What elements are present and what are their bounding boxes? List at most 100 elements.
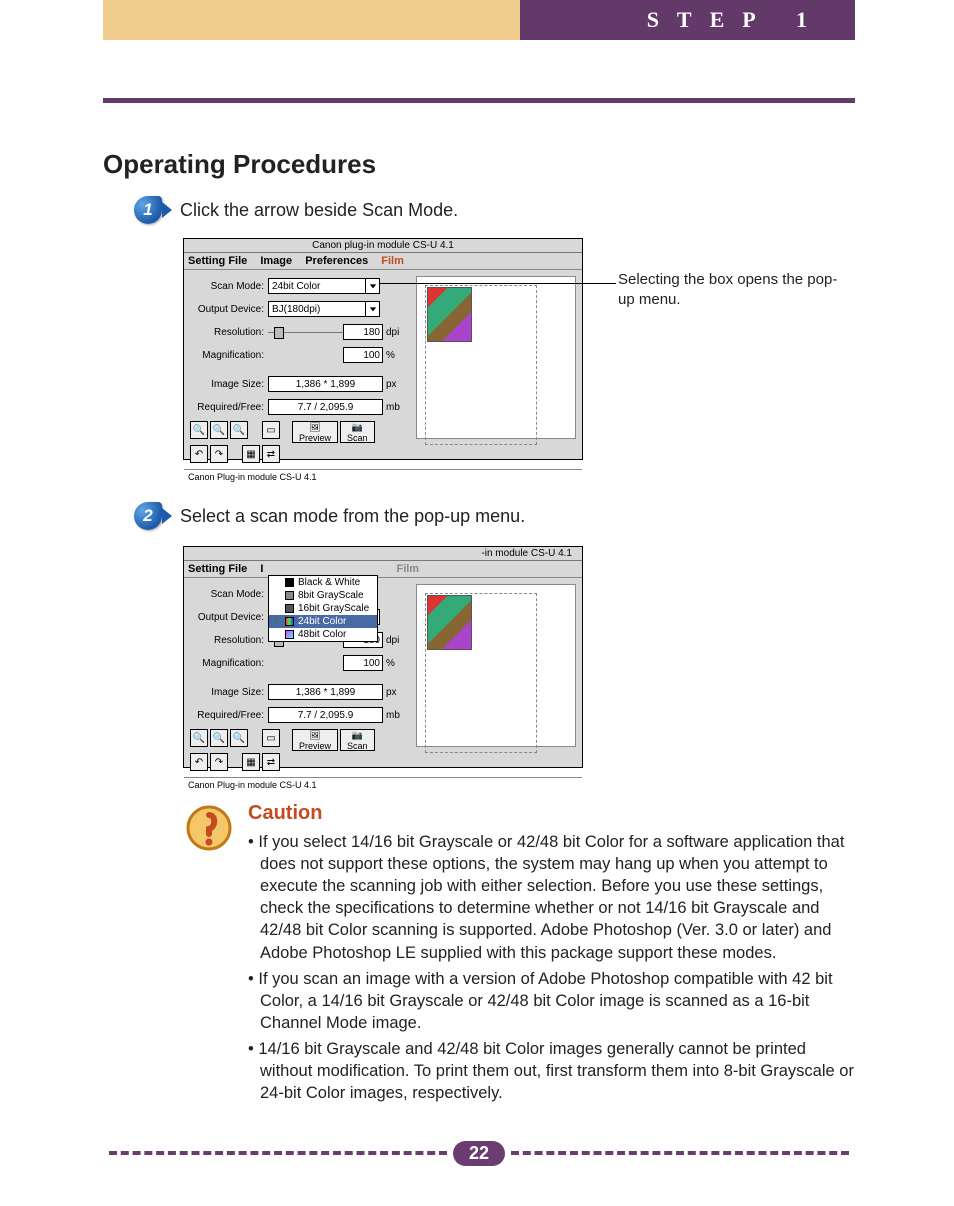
- lbl-output-device: Output Device:: [190, 304, 268, 315]
- crop-icon[interactable]: ▭: [262, 729, 280, 747]
- callout-leader: [379, 283, 616, 284]
- chevron-down-icon[interactable]: [365, 279, 379, 293]
- preview-thumbnail: [427, 595, 472, 650]
- magnification-unit: %: [383, 658, 405, 669]
- check-icon: ✓: [272, 616, 280, 627]
- lbl-required-free: Required/Free:: [190, 402, 268, 413]
- screenshot-2: x-in module CS-U 4.1 Setting File I Film…: [183, 546, 583, 768]
- scr1-toolbar: 🔍 🔍 🔍 ▭ 🖼Preview 📷Scan: [190, 421, 405, 443]
- popup-item-16gray[interactable]: 16bit GrayScale: [269, 602, 377, 615]
- scan-button[interactable]: 📷Scan: [340, 729, 375, 751]
- caution-icon: [186, 805, 232, 851]
- step-2-badge: 2: [134, 502, 162, 530]
- caution-bullet-3: • 14/16 bit Grayscale and 42/48 bit Colo…: [248, 1038, 858, 1104]
- rotate-ccw-icon[interactable]: ↶: [190, 445, 208, 463]
- scan-button[interactable]: 📷Scan: [340, 421, 375, 443]
- popup-item-48color[interactable]: 48bit Color: [269, 628, 377, 641]
- menu-film[interactable]: Film: [381, 255, 404, 267]
- step-1: 1 Click the arrow beside Scan Mode.: [134, 196, 458, 224]
- resolution-unit: dpi: [383, 635, 405, 646]
- rotate-ccw-icon[interactable]: ↶: [190, 753, 208, 771]
- zoom-reset-icon[interactable]: 🔍: [230, 421, 248, 439]
- scr2-statusbar: Canon Plug-in module CS-U 4.1: [184, 777, 582, 792]
- caution-bullet-2: • If you scan an image with a version of…: [248, 968, 858, 1034]
- magnification-value[interactable]: 100: [343, 347, 383, 363]
- lbl-scan-mode: Scan Mode:: [190, 281, 268, 292]
- scan-mode-value: 24bit Color: [272, 281, 320, 292]
- rotate-cw-icon[interactable]: ↷: [210, 753, 228, 771]
- scr2-titlebar: x-in module CS-U 4.1: [184, 547, 582, 561]
- caution-title: Caution: [248, 802, 858, 825]
- lbl-required-free: Required/Free:: [190, 710, 268, 721]
- zoom-out-icon[interactable]: 🔍: [190, 729, 208, 747]
- image-size-unit: px: [383, 379, 405, 390]
- resolution-slider[interactable]: [268, 332, 343, 338]
- rotate-cw-icon[interactable]: ↷: [210, 445, 228, 463]
- resolution-value[interactable]: 180: [343, 324, 383, 340]
- mirror-icon[interactable]: ⇄: [262, 445, 280, 463]
- lbl-magnification: Magnification:: [190, 350, 268, 361]
- preview-pane: [416, 276, 576, 439]
- magnification-value[interactable]: 100: [343, 655, 383, 671]
- menu-image-trunc[interactable]: I: [260, 563, 263, 575]
- image-size-value: 1,386 * 1,899: [268, 376, 383, 392]
- step-label: STEP 1: [520, 0, 855, 40]
- image-size-value: 1,386 * 1,899: [268, 684, 383, 700]
- flip-icon[interactable]: ▦: [242, 445, 260, 463]
- popup-item-bw[interactable]: Black & White: [269, 576, 377, 589]
- step-2: 2 Select a scan mode from the pop-up men…: [134, 502, 525, 530]
- slider-thumb[interactable]: [274, 327, 284, 339]
- lbl-resolution: Resolution:: [190, 327, 268, 338]
- magnification-unit: %: [383, 350, 405, 361]
- screenshot-1: Canon plug-in module CS-U 4.1 Setting Fi…: [183, 238, 583, 460]
- required-free-value: 7.7 / 2,095.9: [268, 707, 383, 723]
- menu-film[interactable]: Film: [396, 563, 419, 575]
- mirror-icon[interactable]: ⇄: [262, 753, 280, 771]
- scr1-menubar: Setting File Image Preferences Film: [184, 253, 582, 270]
- menu-setting-file[interactable]: Setting File: [188, 255, 247, 267]
- popup-item-8gray[interactable]: 8bit GrayScale: [269, 589, 377, 602]
- output-device-value: BJ(180dpi): [272, 304, 320, 315]
- flip-icon[interactable]: ▦: [242, 753, 260, 771]
- scan-mode-select[interactable]: 24bit Color: [268, 278, 380, 294]
- zoom-out-icon[interactable]: 🔍: [190, 421, 208, 439]
- caution-bullet-1: • If you select 14/16 bit Grayscale or 4…: [248, 831, 858, 964]
- lbl-magnification: Magnification:: [190, 658, 268, 669]
- resolution-unit: dpi: [383, 327, 405, 338]
- required-free-unit: mb: [383, 710, 405, 721]
- callout-text: Selecting the box opens the pop-up menu.: [618, 270, 838, 311]
- zoom-reset-icon[interactable]: 🔍: [230, 729, 248, 747]
- crop-icon[interactable]: ▭: [262, 421, 280, 439]
- caution-block: Caution • If you select 14/16 bit Graysc…: [188, 802, 858, 1108]
- header-rule: [103, 98, 855, 103]
- menu-setting-file[interactable]: Setting File: [188, 563, 247, 575]
- header-band: STEP 1: [103, 0, 855, 40]
- lbl-output-device: Output Device:: [190, 612, 268, 623]
- required-free-value: 7.7 / 2,095.9: [268, 399, 383, 415]
- lbl-image-size: Image Size:: [190, 687, 268, 698]
- menu-image[interactable]: Image: [260, 255, 292, 267]
- step-1-text: Click the arrow beside Scan Mode.: [180, 200, 458, 221]
- output-device-select[interactable]: BJ(180dpi): [268, 301, 380, 317]
- page-heading: Operating Procedures: [103, 149, 376, 180]
- caution-body: • If you select 14/16 bit Grayscale or 4…: [248, 831, 858, 1104]
- step-2-text: Select a scan mode from the pop-up menu.: [180, 506, 525, 527]
- page-footer: 22: [103, 1140, 855, 1166]
- zoom-in-icon[interactable]: 🔍: [210, 729, 228, 747]
- step-1-badge: 1: [134, 196, 162, 224]
- preview-button[interactable]: 🖼Preview: [292, 421, 338, 443]
- preview-button[interactable]: 🖼Preview: [292, 729, 338, 751]
- page-number: 22: [453, 1141, 505, 1166]
- chevron-down-icon[interactable]: [365, 302, 379, 316]
- menu-preferences[interactable]: Preferences: [305, 255, 368, 267]
- required-free-unit: mb: [383, 402, 405, 413]
- footer-rule-right: [511, 1151, 849, 1155]
- image-size-unit: px: [383, 687, 405, 698]
- lbl-image-size: Image Size:: [190, 379, 268, 390]
- footer-rule-left: [109, 1151, 447, 1155]
- scan-mode-popup[interactable]: Black & White 8bit GrayScale 16bit GrayS…: [268, 575, 378, 642]
- scr2-menubar: Setting File I Film: [184, 561, 582, 578]
- scr1-titlebar: Canon plug-in module CS-U 4.1: [184, 239, 582, 253]
- popup-item-24color[interactable]: ✓24bit Color: [269, 615, 377, 628]
- zoom-in-icon[interactable]: 🔍: [210, 421, 228, 439]
